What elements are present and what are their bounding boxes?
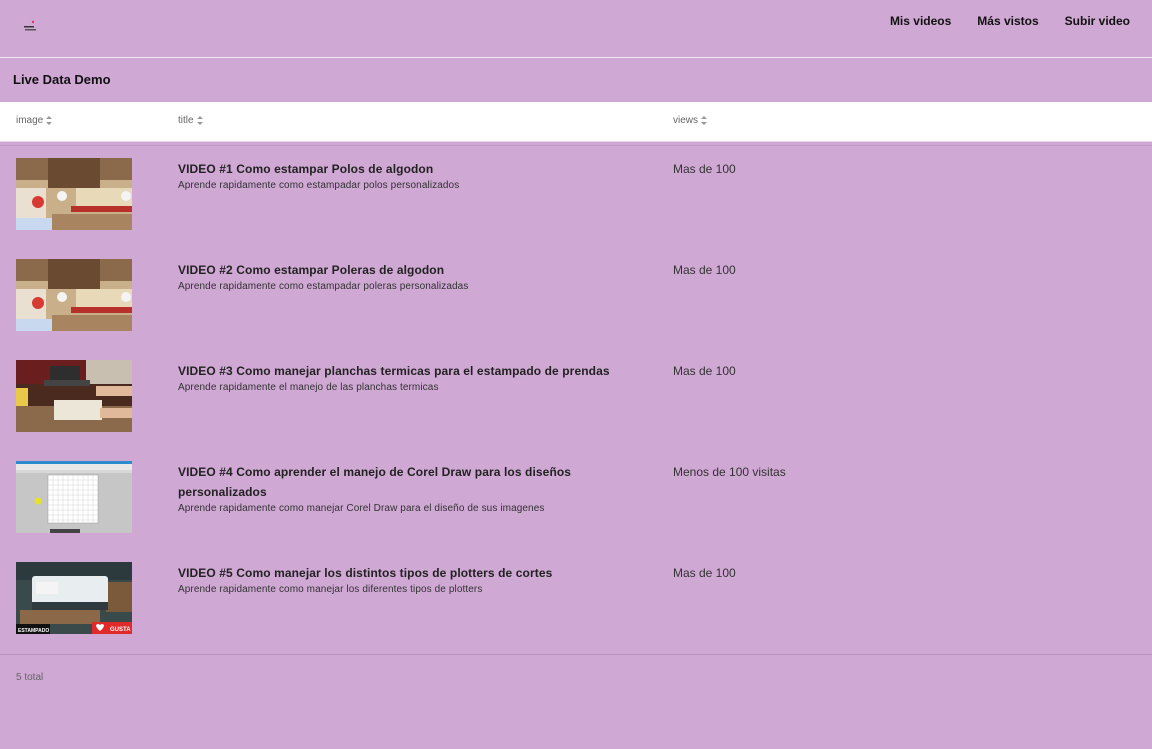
column-header-image[interactable]: image (16, 115, 53, 126)
video-views: Mas de 100 (673, 364, 736, 378)
table-row: VIDEO #4 Como aprender el manejo de Core… (0, 448, 1152, 549)
video-thumbnail[interactable] (16, 360, 132, 432)
video-views: Menos de 100 visitas (673, 465, 786, 479)
sort-icon (701, 116, 708, 125)
divider (0, 654, 1152, 655)
thumbnail-overlay-text: ESTAMPADO (18, 628, 49, 634)
video-title-cell[interactable]: VIDEO #5 Como manejar los distintos tipo… (178, 563, 618, 597)
table-header: image title views (0, 102, 1152, 142)
total-count: 5 total (16, 672, 44, 683)
column-header-views[interactable]: views (673, 115, 708, 126)
nav-mas-vistos[interactable]: Más vistos (977, 13, 1038, 29)
video-thumbnail[interactable] (16, 461, 132, 533)
video-title: VIDEO #2 Como estampar Poleras de algodo… (178, 263, 445, 277)
video-description: Aprende rapidamente como manejar Corel D… (178, 503, 545, 514)
video-description: Aprende rapidamente como estampadar polo… (178, 180, 460, 191)
table-row: VIDEO #3 Como manejar planchas termicas … (0, 347, 1152, 448)
video-views: Mas de 100 (673, 263, 736, 277)
table-row: ESTAMPADO GUSTA VIDEO #5 Como manejar lo… (0, 549, 1152, 650)
top-navbar: Mis videos Más vistos Subir video (0, 0, 1152, 58)
video-title: VIDEO #1 Como estampar Polos de algodon (178, 162, 434, 176)
video-views: Mas de 100 (673, 162, 736, 176)
video-description: Aprende rapidamente como estampadar pole… (178, 281, 469, 292)
video-title-cell[interactable]: VIDEO #1 Como estampar Polos de algodon … (178, 159, 618, 193)
table-row: VIDEO #2 Como estampar Poleras de algodo… (0, 246, 1152, 347)
video-description: Aprende rapidamente el manejo de las pla… (178, 382, 439, 393)
video-title: VIDEO #3 Como manejar planchas termicas … (178, 364, 610, 378)
sort-icon (196, 116, 203, 125)
nav-mis-videos[interactable]: Mis videos (890, 13, 951, 29)
column-label: image (16, 115, 44, 126)
video-thumbnail[interactable] (16, 259, 132, 331)
video-title-cell[interactable]: VIDEO #3 Como manejar planchas termicas … (178, 361, 618, 395)
video-thumbnail[interactable] (16, 158, 132, 230)
logo[interactable] (22, 20, 38, 34)
nav-subir-video[interactable]: Subir video (1065, 13, 1130, 29)
video-description: Aprende rapidamente como manejar los dif… (178, 584, 483, 595)
video-views: Mas de 100 (673, 566, 736, 580)
thumbnail-overlay-text: GUSTA (110, 627, 131, 633)
column-label: title (178, 115, 194, 126)
page-title: Live Data Demo (13, 72, 111, 87)
column-label: views (673, 115, 699, 126)
column-header-title[interactable]: title (178, 115, 203, 126)
video-title: VIDEO #5 Como manejar los distintos tipo… (178, 566, 553, 580)
video-title-cell[interactable]: VIDEO #4 Como aprender el manejo de Core… (178, 462, 618, 516)
table-row: VIDEO #1 Como estampar Polos de algodon … (0, 145, 1152, 246)
video-title-cell[interactable]: VIDEO #2 Como estampar Poleras de algodo… (178, 260, 618, 294)
video-title: VIDEO #4 Como aprender el manejo de Core… (178, 465, 572, 499)
main-nav: Mis videos Más vistos Subir video (864, 13, 1130, 29)
sort-icon (46, 116, 53, 125)
video-thumbnail[interactable]: ESTAMPADO GUSTA (16, 562, 132, 634)
